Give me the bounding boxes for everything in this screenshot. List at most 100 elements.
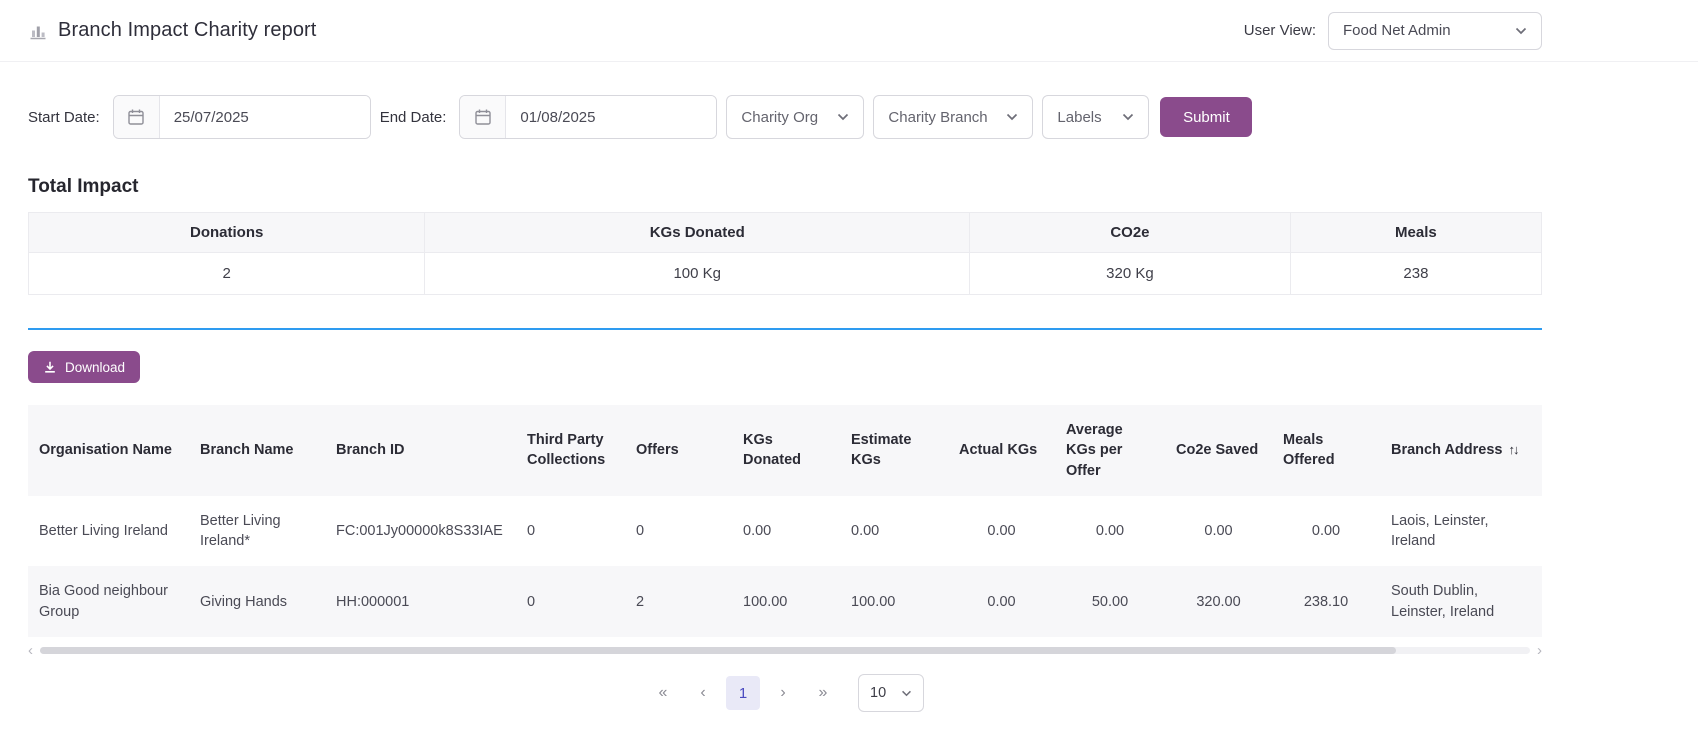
column-header-offers: Offers	[625, 405, 732, 496]
charity-org-value: Charity Org	[741, 109, 818, 126]
cell-meals-offered: 0.00	[1272, 496, 1380, 567]
cell-third-party-collections: 0	[516, 496, 625, 567]
column-header-branch-address[interactable]: Branch Address ↑↓	[1380, 405, 1542, 496]
calendar-icon[interactable]	[460, 96, 506, 138]
table-header-row: Organisation Name Branch Name Branch ID …	[28, 405, 1542, 496]
impact-value-kgs-donated: 100 Kg	[425, 253, 970, 295]
cell-offers: 2	[625, 566, 732, 637]
filter-bar: Start Date: End Date: Charity Org	[28, 95, 1542, 139]
total-impact-table: Donations KGs Donated CO2e Meals 2 100 K…	[28, 212, 1542, 295]
column-header-kgs-donated: KGs Donated	[732, 405, 840, 496]
cell-kgs-donated: 0.00	[732, 496, 840, 567]
sort-icon[interactable]: ↑↓	[1508, 441, 1517, 459]
column-header-third-party-collections: Third Party Collections	[516, 405, 625, 496]
submit-button[interactable]: Submit	[1160, 97, 1252, 137]
end-date-input[interactable]	[506, 96, 716, 138]
impact-header-donations: Donations	[29, 213, 425, 253]
charity-branch-value: Charity Branch	[888, 109, 987, 126]
column-header-actual-kgs: Actual KGs	[948, 405, 1055, 496]
column-header-branch-name: Branch Name	[189, 405, 325, 496]
last-page-button[interactable]: »	[806, 676, 840, 710]
cell-branch-address: Laois, Leinster, Ireland	[1380, 496, 1542, 567]
cell-third-party-collections: 0	[516, 566, 625, 637]
title-wrap: Branch Impact Charity report	[28, 19, 316, 42]
end-date-label: End Date:	[380, 109, 447, 126]
chevron-down-icon	[1122, 113, 1134, 121]
table-row: Better Living Ireland Better Living Irel…	[28, 496, 1542, 567]
table-row: Bia Good neighbour Group Giving Hands HH…	[28, 566, 1542, 637]
next-page-button[interactable]: ›	[766, 676, 800, 710]
calendar-icon[interactable]	[114, 96, 160, 138]
impact-header-row: Donations KGs Donated CO2e Meals	[29, 213, 1542, 253]
chevron-down-icon	[837, 113, 849, 121]
labels-select[interactable]: Labels	[1042, 95, 1149, 139]
download-icon	[43, 360, 57, 374]
cell-kgs-donated: 100.00	[732, 566, 840, 637]
column-header-branch-id: Branch ID	[325, 405, 516, 496]
first-page-button[interactable]: «	[646, 676, 680, 710]
column-header-organisation-name: Organisation Name	[28, 405, 189, 496]
cell-estimate-kgs: 100.00	[840, 566, 948, 637]
cell-co2e-saved: 320.00	[1165, 566, 1272, 637]
column-header-co2e-saved: Co2e Saved	[1165, 405, 1272, 496]
column-header-average-kgs-per-offer: Average KGs per Offer	[1055, 405, 1165, 496]
main-content: Start Date: End Date: Charity Org	[0, 95, 1698, 712]
download-button[interactable]: Download	[28, 351, 140, 383]
impact-header-kgs-donated: KGs Donated	[425, 213, 970, 253]
user-view: User View: Food Net Admin	[1244, 12, 1542, 50]
branch-impact-table: Organisation Name Branch Name Branch ID …	[28, 405, 1542, 637]
impact-header-meals: Meals	[1290, 213, 1541, 253]
impact-header-co2e: CO2e	[970, 213, 1291, 253]
charity-branch-select[interactable]: Charity Branch	[873, 95, 1033, 139]
pagination: « ‹ 1 › » 10	[28, 674, 1542, 712]
end-date-group	[459, 95, 717, 139]
cell-branch-id: FC:001Jy00000k8S33IAE	[325, 496, 516, 567]
scroll-right-icon[interactable]: ›	[1537, 643, 1542, 658]
impact-value-row: 2 100 Kg 320 Kg 238	[29, 253, 1542, 295]
header: Branch Impact Charity report User View: …	[0, 0, 1698, 62]
start-date-input[interactable]	[160, 96, 370, 138]
cell-co2e-saved: 0.00	[1165, 496, 1272, 567]
start-date-label: Start Date:	[28, 109, 100, 126]
labels-value: Labels	[1057, 109, 1101, 126]
cell-organisation-name: Bia Good neighbour Group	[28, 566, 189, 637]
charity-org-select[interactable]: Charity Org	[726, 95, 864, 139]
scrollbar-track[interactable]	[40, 647, 1530, 654]
column-header-meals-offered: Meals Offered	[1272, 405, 1380, 496]
cell-average-kgs-per-offer: 50.00	[1055, 566, 1165, 637]
impact-value-donations: 2	[29, 253, 425, 295]
impact-value-meals: 238	[1290, 253, 1541, 295]
user-view-select[interactable]: Food Net Admin	[1328, 12, 1542, 50]
column-header-estimate-kgs: Estimate KGs	[840, 405, 948, 496]
chevron-down-icon	[901, 690, 912, 697]
cell-meals-offered: 238.10	[1272, 566, 1380, 637]
page-size-select[interactable]: 10	[858, 674, 924, 712]
current-page-button[interactable]: 1	[726, 676, 760, 710]
cell-branch-id: HH:000001	[325, 566, 516, 637]
page-title: Branch Impact Charity report	[58, 19, 316, 42]
cell-organisation-name: Better Living Ireland	[28, 496, 189, 567]
impact-value-co2e: 320 Kg	[970, 253, 1291, 295]
start-date-group	[113, 95, 371, 139]
chevron-down-icon	[1006, 113, 1018, 121]
download-label: Download	[65, 360, 125, 375]
cell-branch-address: South Dublin, Leinster, Ireland	[1380, 566, 1542, 637]
horizontal-scrollbar[interactable]: ‹ ›	[28, 643, 1542, 658]
section-divider	[28, 328, 1542, 330]
scrollbar-thumb[interactable]	[40, 647, 1396, 654]
cell-offers: 0	[625, 496, 732, 567]
column-header-label: Branch Address	[1391, 440, 1502, 460]
page-size-value: 10	[870, 685, 886, 701]
cell-average-kgs-per-offer: 0.00	[1055, 496, 1165, 567]
cell-estimate-kgs: 0.00	[840, 496, 948, 567]
user-view-value: Food Net Admin	[1343, 22, 1451, 39]
cell-branch-name: Giving Hands	[189, 566, 325, 637]
cell-actual-kgs: 0.00	[948, 566, 1055, 637]
total-impact-title: Total Impact	[28, 176, 1542, 198]
prev-page-button[interactable]: ‹	[686, 676, 720, 710]
bar-chart-icon	[28, 21, 48, 41]
scroll-left-icon[interactable]: ‹	[28, 643, 33, 658]
cell-branch-name: Better Living Ireland*	[189, 496, 325, 567]
user-view-label: User View:	[1244, 22, 1316, 39]
cell-actual-kgs: 0.00	[948, 496, 1055, 567]
